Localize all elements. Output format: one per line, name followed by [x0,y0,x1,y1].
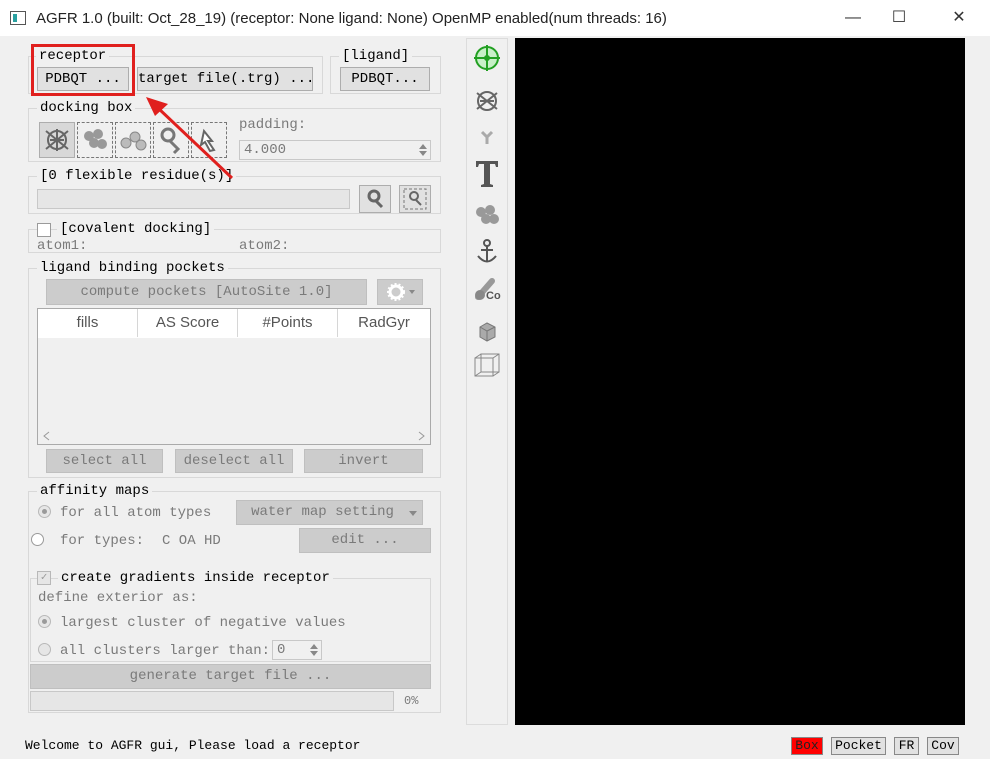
flexible-residues-field[interactable] [37,189,350,209]
pockets-label: ligand binding pockets [37,260,228,276]
flexible-residue-display-icon[interactable] [472,122,502,152]
water-map-setting-button[interactable]: water map setting [236,500,423,525]
generate-target-file-button[interactable]: generate target file ... [30,664,431,689]
select-box-residue-button[interactable] [399,185,431,213]
text-label-icon[interactable] [472,158,502,188]
invert-button[interactable]: invert [304,449,423,473]
status-cov-indicator[interactable]: Cov [927,737,959,755]
all-clusters-radio[interactable] [38,643,51,656]
center-view-icon[interactable] [472,43,502,73]
status-message: Welcome to AGFR gui, Please load a recep… [25,738,361,753]
for-types-label: for types: [60,533,145,549]
covalent-label: [covalent docking] [57,221,215,237]
3d-viewer[interactable] [515,38,965,725]
status-pocket-indicator[interactable]: Pocket [831,737,886,755]
compute-pockets-button[interactable]: compute pockets [AutoSite 1.0] [46,279,367,305]
select-all-button[interactable]: select all [46,449,163,473]
annotation-arrow [146,97,234,180]
covalent-checkbox[interactable] [37,223,51,237]
close-button[interactable]: ✕ [936,0,982,36]
wire-box-icon[interactable] [472,351,502,381]
edit-types-button[interactable]: edit ... [299,528,431,553]
residue-icon [367,189,384,209]
progress-bar [30,691,394,711]
app-icon [10,11,26,25]
gradients-checkbox[interactable]: ✓ [37,571,51,585]
affinity-label: affinity maps [37,483,153,499]
padding-spinbox[interactable]: 4.000 [239,140,431,160]
water-map-setting-label: water map setting [251,504,394,520]
solid-box-icon[interactable] [472,317,502,347]
svg-text:Co: Co [486,290,501,302]
column-header-radgyr[interactable]: RadGyr [338,309,430,337]
horizontal-scrollbar[interactable] [38,427,430,444]
largest-cluster-radio[interactable] [38,615,51,628]
ligand-display-icon[interactable] [472,201,502,231]
atom2-label: atom2: [239,238,290,254]
highlight-box [31,44,135,96]
largest-cluster-label: largest cluster of negative values [60,615,346,631]
all-atom-types-radio[interactable] [38,505,51,518]
status-box-indicator[interactable]: Box [791,737,823,755]
scroll-right-icon[interactable] [418,431,426,441]
scroll-left-icon[interactable] [42,431,50,441]
select-residue-button[interactable] [359,185,391,213]
padding-label: padding: [239,117,307,133]
ligand-label: [ligand] [339,48,413,64]
box-receptor-icon[interactable] [39,122,75,158]
cluster-size-value: 0 [277,642,286,658]
covalent-bond-icon[interactable]: Co [472,273,502,303]
column-header-as-score[interactable]: AS Score [138,309,238,337]
spin-arrows-icon[interactable] [418,143,428,157]
types-value: C OA HD [162,533,221,549]
progress-percent: 0% [404,694,419,708]
box-residue-select-icon [403,188,427,210]
spin-arrows-icon[interactable] [309,643,319,657]
minimize-button[interactable]: — [830,0,876,36]
define-exterior-label: define exterior as: [38,590,198,606]
receptor-display-icon[interactable] [472,86,502,116]
pocket-settings-button[interactable] [377,279,423,305]
all-clusters-label: all clusters larger than: [60,643,271,659]
ligand-pdbqt-button[interactable]: PDBQT... [340,67,430,91]
gradients-label: create gradients inside receptor [58,570,333,586]
box-ligand-icon[interactable] [77,122,113,158]
gear-dropdown-icon [387,283,415,301]
title-bar: AGFR 1.0 (built: Oct_28_19) (receptor: N… [0,0,990,36]
cluster-size-spinbox[interactable]: 0 [272,640,322,660]
atom1-label: atom1: [37,238,88,254]
column-header-points[interactable]: #Points [238,309,338,337]
target-file-button[interactable]: target file(.trg) ... [137,67,314,91]
padding-value: 4.000 [244,142,287,158]
deselect-all-button[interactable]: deselect all [175,449,293,473]
column-header-fills[interactable]: fills [38,309,138,337]
maximize-button[interactable]: ☐ [876,0,922,36]
pockets-table: fills AS Score #Points RadGyr [37,308,431,445]
window-title: AGFR 1.0 (built: Oct_28_19) (receptor: N… [36,10,667,27]
status-fr-indicator[interactable]: FR [894,737,919,755]
for-types-radio[interactable] [31,533,44,546]
dropdown-arrow-icon [409,511,417,516]
docking-box-label: docking box [37,100,136,116]
anchor-icon[interactable] [472,237,502,267]
all-atom-types-label: for all atom types [60,505,212,521]
